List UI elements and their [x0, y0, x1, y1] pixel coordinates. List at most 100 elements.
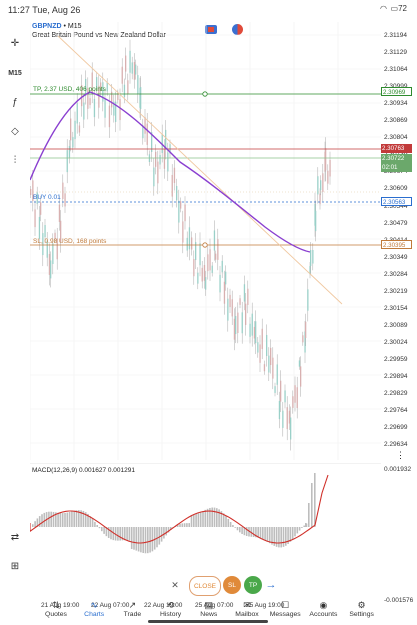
macd-bar	[94, 521, 96, 527]
candle	[282, 401, 284, 437]
nav-quotes[interactable]: ⇅ Quotes	[37, 600, 75, 618]
new-order-icon[interactable]: ⊞	[6, 557, 24, 575]
bid-price-tag: 2.30722	[381, 154, 412, 163]
macd-bar	[124, 527, 126, 541]
macd-bar	[211, 507, 213, 527]
macd-bar	[137, 527, 140, 552]
candle	[231, 290, 233, 326]
tp-line-label[interactable]: TP, 2.37 USD, 406 points	[33, 86, 106, 93]
macd-bar	[199, 512, 202, 527]
nav-history[interactable]: ⟲ History	[152, 600, 190, 618]
macd-bar	[282, 527, 285, 547]
macd-bar	[285, 527, 287, 546]
candle	[129, 39, 131, 84]
objects-icon[interactable]: ◇	[6, 122, 24, 140]
trade-arrows-icon[interactable]: ⇄	[6, 528, 24, 546]
nav-label: Accounts	[309, 611, 338, 618]
candle	[66, 139, 68, 184]
candle	[249, 317, 251, 344]
macd-bar	[227, 518, 230, 527]
macd-bar	[262, 527, 264, 540]
macd-bar	[119, 527, 121, 541]
macd-bar	[133, 527, 135, 550]
timeframe-button[interactable]: M15	[6, 64, 24, 82]
sl-button[interactable]: SL	[223, 576, 241, 594]
candle	[203, 257, 206, 289]
candle	[298, 357, 301, 370]
more-options-icon[interactable]: ⋮	[396, 450, 405, 461]
candle	[300, 356, 302, 397]
nav-charts[interactable]: ∿ Charts	[75, 600, 113, 618]
candle	[173, 160, 176, 191]
macd-bar	[179, 523, 181, 527]
nav-mailbox[interactable]: ✉ Mailbox	[228, 600, 266, 618]
candle	[245, 292, 247, 336]
sl-line-label[interactable]: SL, 0.98 USD, 168 points	[33, 238, 106, 245]
candle	[292, 390, 294, 414]
tp-button[interactable]: TP	[244, 576, 262, 594]
candle	[215, 250, 217, 263]
macd-bar	[103, 527, 105, 534]
nav-label: Mailbox	[235, 611, 259, 618]
candle	[111, 83, 113, 116]
indicators-icon[interactable]: ƒ	[6, 93, 24, 111]
nav-settings[interactable]: ⚙ Settings	[343, 600, 381, 618]
candle	[329, 151, 331, 185]
price-axis-label: 2.29894	[384, 373, 408, 380]
candle	[288, 404, 291, 430]
settings-sliders-icon[interactable]: ⫶	[6, 151, 24, 169]
nav-news[interactable]: ▤ News	[190, 600, 228, 618]
buy-line-label[interactable]: BUY 0.01	[33, 194, 61, 201]
macd-bar	[163, 527, 165, 539]
close-position-button[interactable]: CLOSE	[189, 576, 221, 596]
candle	[217, 228, 219, 271]
candle	[68, 140, 71, 164]
nav-label: Charts	[84, 611, 105, 618]
macd-min-label: -0.001576	[384, 597, 414, 604]
macd-bar	[101, 527, 103, 532]
macd-bar	[126, 527, 128, 541]
macd-bar	[186, 523, 188, 527]
candle	[125, 47, 127, 80]
candle	[317, 167, 319, 204]
candle	[294, 376, 296, 412]
candle	[159, 150, 161, 170]
candle	[163, 139, 166, 179]
macd-bar	[140, 527, 142, 553]
candle	[235, 306, 237, 344]
nav-accounts[interactable]: ◉ Accounts	[304, 600, 342, 618]
history-icon: ⟲	[166, 600, 175, 610]
macd-bar	[239, 527, 241, 533]
macd-bar	[32, 524, 34, 527]
candle	[207, 245, 209, 280]
battery-icon: ▭72	[390, 4, 407, 13]
candle	[178, 189, 180, 234]
macd-bar	[278, 527, 280, 548]
price-axis-label: 2.30609	[384, 185, 408, 193]
candle	[278, 391, 281, 429]
nav-trade[interactable]: ↗ Trade	[113, 600, 151, 618]
nav-label: Trade	[123, 611, 142, 618]
price-axis-label: 2.30869	[384, 117, 408, 125]
arrow-right-icon[interactable]: →	[264, 576, 278, 594]
macd-bar	[190, 514, 193, 527]
macd-bar	[241, 527, 243, 534]
candle	[229, 288, 231, 313]
accounts-icon: ◉	[319, 600, 328, 610]
candle	[182, 210, 184, 254]
candle	[93, 89, 96, 127]
macd-bar	[181, 523, 184, 527]
macd-bar	[213, 507, 216, 527]
nav-messages[interactable]: ☐ Messages	[266, 600, 304, 618]
macd-bar	[303, 525, 305, 527]
candle	[270, 339, 272, 374]
crosshair-icon[interactable]: ✛	[6, 34, 24, 52]
price-axis-label: 2.30479	[384, 219, 408, 227]
candle	[221, 255, 223, 279]
macd-bar	[158, 527, 161, 545]
candle	[157, 150, 159, 195]
close-panel-icon[interactable]: ✕	[168, 576, 182, 594]
candle	[239, 295, 241, 309]
macd-bar	[236, 527, 239, 531]
price-axis-label: 2.30284	[384, 270, 408, 278]
